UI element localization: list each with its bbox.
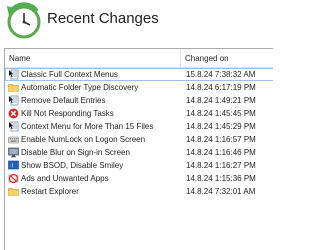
- column-changed-on-header[interactable]: Changed on: [185, 54, 229, 63]
- monitor-icon: [8, 147, 19, 158]
- item-name: Kill Not Responding Tasks: [21, 109, 114, 118]
- page-title: Recent Changes: [47, 10, 159, 27]
- folder-icon: [8, 82, 19, 93]
- list-item[interactable]: Kill Not Responding Tasks 14.8.24 1:45:45…: [5, 107, 273, 120]
- no-ads-icon: [8, 173, 19, 184]
- item-changed-on: 14.8.24 6:17:19 PM: [186, 83, 256, 92]
- item-changed-on: 14.8.24 1:45:45 PM: [186, 109, 256, 118]
- item-changed-on: 14.8.24 1:45:29 PM: [186, 122, 256, 131]
- list-rows: Classic Full Context Menus 15.8.24 7:38:3…: [5, 68, 273, 198]
- clock-history-icon: [7, 2, 41, 39]
- item-changed-on: 14.8.24 1:16:27 PM: [186, 161, 256, 170]
- context-menu-icon: [8, 69, 19, 80]
- list-item[interactable]: Enable NumLock on Logon Screen 14.8.24 1:…: [5, 133, 273, 146]
- item-name: Ads and Unwanted Apps: [21, 174, 109, 183]
- svg-text::(: :(: [10, 163, 14, 169]
- item-name: Disable Blur on Sign-in Screen: [21, 148, 130, 157]
- column-header: Name Changed on: [5, 49, 273, 68]
- context-menu-icon: [8, 121, 19, 132]
- item-changed-on: 15.8.24 7:38:32 AM: [186, 70, 256, 79]
- item-changed-on: 14.8.24 1:16:57 PM: [186, 135, 256, 144]
- list-item[interactable]: :( Show BSOD, Disable Smiley 14.8.24 1:16:…: [5, 159, 273, 172]
- item-name: Remove Default Entries: [21, 96, 106, 105]
- context-menu-icon: [8, 95, 19, 106]
- list-item[interactable]: Context Menu for More Than 15 Files 14.8.…: [5, 120, 273, 133]
- bsod-icon: :(: [8, 160, 19, 171]
- column-name-header[interactable]: Name: [9, 54, 30, 63]
- keyboard-icon: [8, 134, 19, 145]
- item-changed-on: 14.8.24 1:16:46 PM: [186, 148, 256, 157]
- list-item[interactable]: Ads and Unwanted Apps 14.8.24 1:15:36 PM: [5, 172, 273, 185]
- item-name: Automatic Folder Type Discovery: [21, 83, 139, 92]
- list-item[interactable]: Disable Blur on Sign-in Screen 14.8.24 1:…: [5, 146, 273, 159]
- list-item[interactable]: Restart Explorer 14.8.24 7:32:01 AM: [5, 185, 273, 198]
- list-item[interactable]: Remove Default Entries 14.8.24 1:49:21 PM: [5, 94, 273, 107]
- item-name: Enable NumLock on Logon Screen: [21, 135, 146, 144]
- recent-changes-list[interactable]: Name Changed on Classic Full Context Men…: [4, 48, 273, 250]
- item-name: Classic Full Context Menus: [21, 70, 118, 79]
- item-name: Context Menu for More Than 15 Files: [21, 122, 154, 131]
- column-divider[interactable]: [180, 49, 181, 68]
- item-changed-on: 14.8.24 7:32:01 AM: [186, 187, 256, 196]
- item-name: Restart Explorer: [21, 187, 79, 196]
- list-item[interactable]: Automatic Folder Type Discovery 14.8.24 6…: [5, 81, 273, 94]
- stop-icon: [8, 108, 19, 119]
- folder-icon: [8, 186, 19, 197]
- item-changed-on: 14.8.24 1:49:21 PM: [186, 96, 256, 105]
- list-item[interactable]: Classic Full Context Menus 15.8.24 7:38:3…: [5, 68, 273, 81]
- item-name: Show BSOD, Disable Smiley: [21, 161, 124, 170]
- header: Recent Changes: [0, 0, 273, 44]
- item-changed-on: 14.8.24 1:15:36 PM: [186, 174, 256, 183]
